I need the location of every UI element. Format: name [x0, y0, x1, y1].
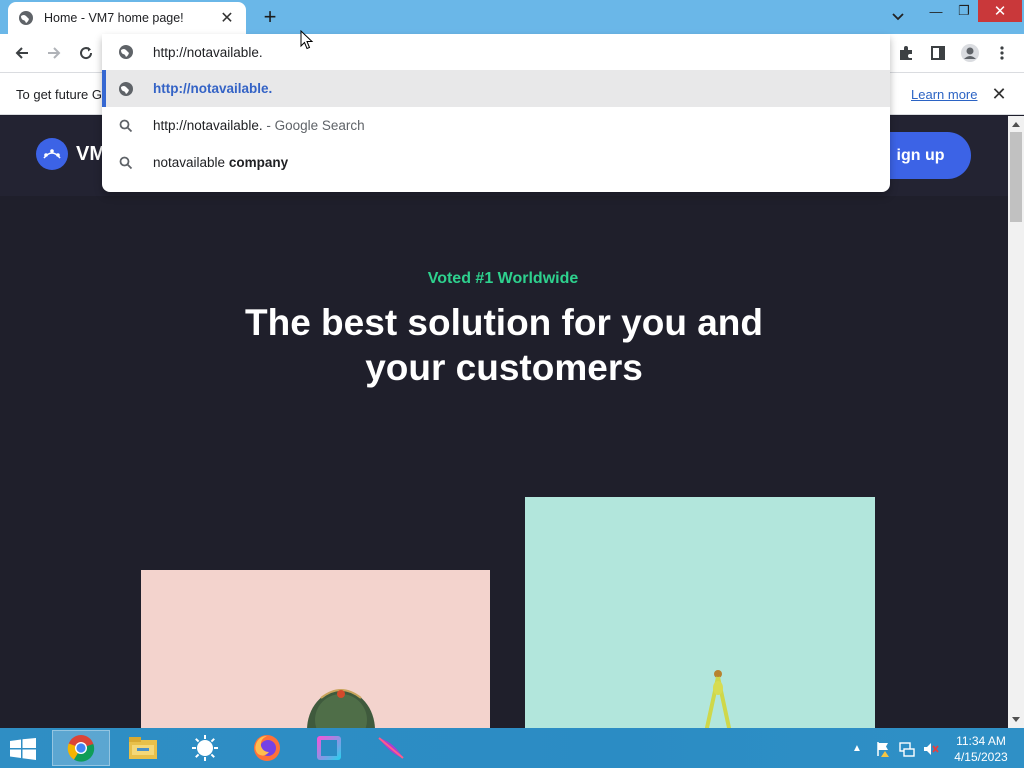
suggestion-suffix: - Google Search	[262, 118, 365, 133]
profile-button[interactable]	[957, 41, 983, 65]
taskbar: ▲ 11:34 AM 4/15/2023	[0, 728, 1024, 768]
app-square-icon[interactable]	[300, 730, 358, 766]
suggestion-text: http://notavailable.	[153, 81, 273, 96]
minimize-button[interactable]: —	[922, 0, 950, 22]
reload-icon	[80, 47, 93, 60]
suggestion-completion: company	[228, 155, 289, 170]
weather-icon[interactable]	[176, 730, 234, 766]
hero-headline-line-2: your customers	[365, 347, 643, 388]
side-panel-icon	[931, 46, 945, 60]
scroll-thumb[interactable]	[1010, 132, 1022, 222]
file-explorer-icon[interactable]	[114, 730, 172, 766]
suggestion-query: notavailable	[153, 155, 229, 170]
suggestion-query: http://notavailable.	[153, 118, 263, 133]
address-input[interactable]	[153, 44, 753, 60]
avatar-icon	[961, 44, 979, 62]
brand-logo-icon[interactable]	[36, 138, 68, 170]
forward-arrow-icon	[48, 47, 61, 59]
globe-icon	[19, 11, 33, 25]
suggestion-text: notavailable company	[153, 155, 288, 170]
page-scrollbar[interactable]	[1008, 116, 1024, 728]
search-icon	[118, 155, 134, 171]
sign-up-label: ign up	[896, 146, 945, 164]
restore-button[interactable]: ❐	[950, 0, 978, 22]
hero-headline-line-1: The best solution for you and	[245, 302, 763, 343]
hero-eyebrow: Voted #1 Worldwide	[427, 270, 579, 287]
info-bar-close-icon[interactable]: ✕	[990, 84, 1008, 104]
menu-button[interactable]	[989, 41, 1015, 65]
clock-time: 11:34 AM	[956, 734, 1006, 748]
tab-search-chevron-icon[interactable]	[886, 6, 910, 28]
new-tab-button[interactable]: +	[258, 4, 282, 29]
cactus-image	[141, 570, 490, 728]
search-icon	[118, 118, 134, 134]
side-panel-button[interactable]	[925, 41, 951, 65]
suggestion-item[interactable]: notavailable company	[102, 144, 890, 181]
clock-date: 4/15/2023	[954, 750, 1008, 764]
learn-more-link[interactable]: Learn more	[911, 87, 977, 102]
info-bar-message: To get future G	[16, 87, 102, 102]
extensions-button[interactable]	[893, 41, 919, 65]
puzzle-icon	[900, 46, 912, 60]
firefox-icon[interactable]	[238, 730, 296, 766]
network-icon[interactable]	[898, 740, 916, 758]
hero-headline: The best solution for you and your custo…	[204, 300, 804, 390]
show-hidden-icons-icon[interactable]: ▲	[850, 740, 864, 756]
action-center-flag-icon[interactable]	[874, 740, 892, 758]
volume-muted-icon[interactable]	[922, 740, 940, 758]
close-window-button[interactable]: ✕	[978, 0, 1022, 22]
feather-app-icon[interactable]	[362, 730, 420, 766]
plant-stand-image	[525, 497, 875, 728]
back-arrow-icon	[15, 47, 28, 59]
suggestion-text: http://notavailable. - Google Search	[153, 118, 365, 133]
chrome-icon[interactable]	[52, 730, 110, 766]
kebab-menu-icon	[1000, 46, 1004, 60]
globe-icon	[118, 81, 134, 97]
suggestion-item[interactable]: http://notavailable.	[102, 70, 890, 107]
site-info-globe-icon[interactable]	[118, 44, 134, 60]
mouse-cursor-icon	[300, 30, 314, 50]
tab-close-icon[interactable]: ✕	[218, 9, 236, 27]
tab-strip: Home - VM7 home page! ✕ + — ❐ ✕	[0, 0, 1024, 34]
reload-button[interactable]	[73, 41, 99, 65]
web-page: VM ign up Voted #1 Worldwide The best so…	[0, 116, 1008, 728]
tab-title: Home - VM7 home page!	[44, 11, 184, 25]
system-clock[interactable]: 11:34 AM 4/15/2023	[946, 733, 1016, 765]
scroll-down-icon[interactable]	[1008, 712, 1024, 728]
scroll-up-icon[interactable]	[1008, 116, 1024, 132]
suggestion-item[interactable]: http://notavailable. - Google Search	[102, 107, 890, 144]
omnibox-dropdown: http://notavailable. http://notavailable…	[102, 34, 890, 192]
windows-start-icon[interactable]	[6, 736, 40, 762]
address-bar[interactable]	[102, 34, 890, 70]
forward-button[interactable]	[41, 41, 67, 65]
browser-tab[interactable]: Home - VM7 home page! ✕	[8, 2, 246, 34]
back-button[interactable]	[9, 41, 35, 65]
